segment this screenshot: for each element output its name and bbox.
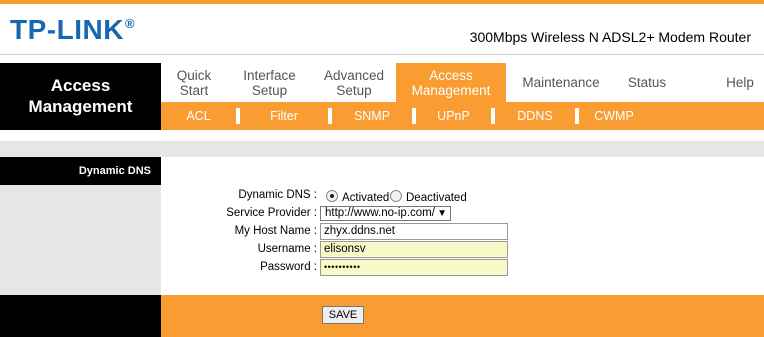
section-title: Access Management — [0, 63, 161, 130]
nav-item-label: Access Management — [411, 67, 491, 98]
ddns-label: Dynamic DNS : — [238, 189, 317, 201]
hostname-label: My Host Name : — [234, 225, 317, 237]
username-label: Username : — [257, 243, 317, 255]
section-title-text: Access Management — [28, 76, 133, 116]
subnav-cwmp[interactable]: CWMP — [579, 102, 649, 130]
provider-value: http://www.no-ip.com/ — [325, 207, 435, 219]
subnav-snmp[interactable]: SNMP — [332, 102, 412, 130]
nav-access-management[interactable]: Access Management — [396, 63, 506, 102]
password-input[interactable]: •••••••••• — [320, 259, 508, 276]
gray-separator-band — [0, 141, 764, 157]
subnav-filter[interactable]: Filter — [240, 102, 328, 130]
nav-item-label: Advanced Setup — [323, 67, 385, 98]
nav-maintenance[interactable]: Maintenance — [506, 63, 616, 102]
main-nav: Quick Start Interface Setup Advanced Set… — [161, 63, 764, 102]
nav-item-label: Status — [627, 75, 667, 90]
nav-item-label: Help — [726, 75, 754, 90]
service-provider-select[interactable]: http://www.no-ip.com/▼ — [320, 206, 451, 221]
subnav-ddns[interactable]: DDNS — [495, 102, 575, 130]
subnav-upnp[interactable]: UPnP — [416, 102, 491, 130]
activated-radio[interactable] — [326, 190, 338, 202]
footer-bar — [161, 295, 764, 337]
logo-text: TP-LINK — [10, 14, 124, 45]
registered-mark: ® — [124, 16, 136, 31]
chevron-down-icon: ▼ — [437, 208, 447, 219]
nav-item-label: Interface Setup — [243, 67, 296, 98]
top-accent-stripe — [0, 0, 764, 4]
deactivated-label: Deactivated — [406, 192, 467, 204]
nav-help[interactable]: Help — [716, 63, 764, 102]
model-name: 300Mbps Wireless N ADSL2+ Modem Router — [469, 29, 751, 45]
hostname-input[interactable]: zhyx.ddns.net — [320, 223, 508, 240]
footer-left-block — [0, 295, 161, 337]
nav-quick-start[interactable]: Quick Start — [161, 63, 227, 102]
subsection-title: Dynamic DNS — [0, 157, 161, 185]
activated-label: Activated — [342, 192, 390, 204]
nav-item-label: Maintenance — [522, 75, 600, 90]
provider-label: Service Provider : — [226, 207, 317, 219]
deactivated-radio[interactable] — [390, 190, 402, 202]
password-label: Password : — [260, 261, 317, 273]
sub-nav: ACL Filter SNMP UPnP DDNS CWMP — [161, 102, 764, 130]
nav-interface-setup[interactable]: Interface Setup — [227, 63, 312, 102]
subnav-acl[interactable]: ACL — [161, 102, 236, 130]
nav-advanced-setup[interactable]: Advanced Setup — [312, 63, 396, 102]
nav-item-label: Quick Start — [176, 67, 212, 98]
tp-link-logo: TP-LINK® — [10, 14, 135, 46]
save-button[interactable]: SAVE — [322, 306, 364, 324]
username-input[interactable]: elisonsv — [320, 241, 508, 258]
nav-status[interactable]: Status — [616, 63, 678, 102]
header-divider — [0, 54, 764, 55]
